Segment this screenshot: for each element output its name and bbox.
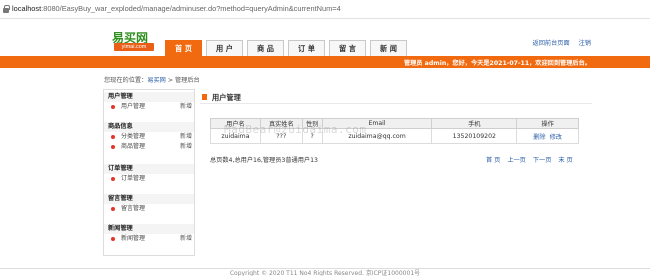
- back-to-frontend-link[interactable]: 返回前台页面: [533, 40, 570, 47]
- bullet-icon: [111, 237, 115, 241]
- welcome-bar: 管理员 admin，您好，今天是2021-07-11，欢迎回到管理后台。: [0, 56, 650, 68]
- sidebar-group-products: 商品信息 分类管理 新增 商品管理 新增: [104, 122, 194, 152]
- sidebar-group-messages: 留言管理 留言管理: [104, 194, 194, 214]
- pager-next[interactable]: 下一页: [533, 157, 552, 164]
- sidebar-item-message-manage[interactable]: 留言管理: [104, 204, 194, 214]
- admin-sidebar: 用户管理 用户管理 新增 商品信息 分类管理 新增 商品管理 新增 订单管理 订单管理…: [103, 89, 195, 256]
- footer: Copyright © 2020 T11 No4 Rights Reserved…: [0, 268, 650, 276]
- sidebar-group-title: 留言管理: [104, 194, 194, 204]
- content-header: 用户管理: [200, 91, 592, 104]
- nav-tab-orders[interactable]: 订 单: [288, 40, 325, 56]
- sidebar-add-link[interactable]: 新增: [180, 102, 192, 112]
- sidebar-group-users: 用户管理 用户管理 新增: [104, 92, 194, 112]
- nav-tab-news[interactable]: 新 闻: [370, 40, 407, 56]
- sidebar-add-link[interactable]: 新增: [180, 132, 192, 142]
- bullet-icon: [111, 105, 115, 109]
- breadcrumb-prefix: 您现在的位置：: [104, 77, 148, 84]
- nav-tab-messages[interactable]: 留 言: [329, 40, 366, 56]
- sidebar-item-category-manage[interactable]: 分类管理 新增: [104, 132, 194, 142]
- bullet-icon: [111, 177, 115, 181]
- watermark-text: MadBear@zuidaima.com: [224, 123, 367, 136]
- site-logo[interactable]: 易买网 yimai.com: [112, 29, 158, 53]
- nav-tab-home[interactable]: 首 页: [165, 40, 202, 56]
- delete-link[interactable]: 删除: [533, 134, 545, 141]
- bullet-icon: [111, 135, 115, 139]
- section-marker-icon: [202, 94, 207, 100]
- pagination-summary: 总页数4,总用户16,管理员3普通用户13: [210, 157, 318, 164]
- logout-link[interactable]: 注销: [579, 40, 591, 47]
- pager-prev[interactable]: 上一页: [507, 157, 526, 164]
- sidebar-group-title: 订单管理: [104, 164, 194, 174]
- breadcrumb: 您现在的位置：易买网 > 管理后台: [104, 75, 200, 84]
- info-lock-icon[interactable]: [3, 5, 10, 13]
- col-phone: 手机: [431, 118, 518, 129]
- cell-phone: 13520109202: [431, 128, 518, 144]
- sidebar-item-news-manage[interactable]: 新闻管理 新增: [104, 234, 194, 244]
- page-title: 用户管理: [212, 93, 241, 102]
- pager-last[interactable]: 末 页: [558, 157, 572, 164]
- sidebar-group-news: 新闻管理 新闻管理 新增: [104, 224, 194, 244]
- sidebar-group-title: 新闻管理: [104, 224, 194, 234]
- nav-tab-users[interactable]: 用 户: [206, 40, 243, 56]
- logo-domain: yimai.com: [114, 43, 154, 51]
- nav-tab-products[interactable]: 商 品: [247, 40, 284, 56]
- browser-address-bar[interactable]: localhost:8080/EasyBuy_war_exploded/mana…: [0, 0, 650, 19]
- sidebar-add-link[interactable]: 新增: [180, 142, 192, 152]
- sidebar-group-orders: 订单管理 订单管理: [104, 164, 194, 184]
- welcome-text: 管理员 admin，您好，今天是2021-07-11，欢迎回到管理后台。: [403, 60, 591, 67]
- sidebar-add-link[interactable]: 新增: [180, 234, 192, 244]
- sidebar-group-title: 商品信息: [104, 122, 194, 132]
- pagination: 首 页 上一页 下一页 末 页: [486, 155, 578, 164]
- cell-actions: 删除 修改: [516, 128, 579, 144]
- breadcrumb-home-link[interactable]: 易买网: [147, 77, 166, 84]
- url-text[interactable]: localhost:8080/EasyBuy_war_exploded/mana…: [12, 4, 341, 13]
- top-links: 返回前台页面 注销: [526, 38, 591, 47]
- sidebar-item-order-manage[interactable]: 订单管理: [104, 174, 194, 184]
- edit-link[interactable]: 修改: [550, 134, 562, 141]
- bullet-icon: [111, 145, 115, 149]
- sidebar-group-title: 用户管理: [104, 92, 194, 102]
- breadcrumb-current: 管理后台: [175, 77, 200, 84]
- bullet-icon: [111, 207, 115, 211]
- sidebar-item-user-manage[interactable]: 用户管理 新增: [104, 102, 194, 112]
- sidebar-item-product-manage[interactable]: 商品管理 新增: [104, 142, 194, 152]
- breadcrumb-separator: >: [165, 77, 175, 84]
- pager-first[interactable]: 首 页: [486, 157, 500, 164]
- col-actions: 操作: [516, 118, 579, 129]
